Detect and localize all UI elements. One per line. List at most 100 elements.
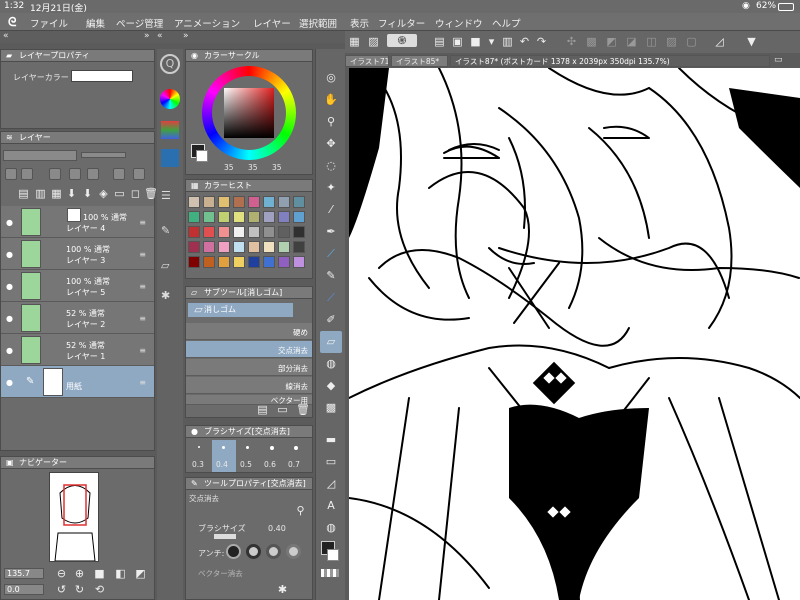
brush-size-option[interactable]: 0.6	[260, 440, 284, 472]
clip-studio-icon[interactable]: ֍	[387, 34, 417, 47]
transform-icon[interactable]: ▩	[585, 35, 598, 48]
zoom-in-icon[interactable]: ⊕	[73, 567, 86, 580]
subtool-item[interactable]: 硬め	[186, 323, 312, 340]
color-swatch[interactable]	[188, 226, 200, 238]
gradient-tool-icon[interactable]: ▩	[320, 397, 342, 419]
color-swatch[interactable]	[233, 256, 245, 268]
antialias-mid-option[interactable]	[266, 544, 281, 559]
color-swatch[interactable]	[218, 256, 230, 268]
vector-erase-label[interactable]: ベクター消去	[198, 568, 243, 579]
layer-menu-icon[interactable]: ≡	[139, 314, 146, 323]
color-swatch[interactable]	[218, 211, 230, 223]
color-swatch[interactable]	[203, 211, 215, 223]
save-icon[interactable]: ■	[469, 35, 482, 48]
sub-color-swatch[interactable]	[196, 150, 208, 162]
brush-size-option[interactable]: 0.5	[236, 440, 260, 472]
invert-selection-icon[interactable]: ▨	[665, 35, 678, 48]
zoom-tool-icon[interactable]: ◎	[320, 67, 342, 89]
clear-selection-icon[interactable]: ✣	[565, 35, 578, 48]
brush-size-option[interactable]: 0.3	[188, 440, 212, 472]
color-swatch[interactable]	[203, 226, 215, 238]
mask-icon[interactable]	[87, 168, 99, 180]
frame-tool-icon[interactable]: ▭	[320, 451, 342, 473]
layer-menu-icon[interactable]: ≡	[139, 378, 146, 387]
fit-view-icon[interactable]: ■	[93, 567, 106, 580]
airbrush-tool-icon[interactable]: ⟋	[320, 287, 342, 309]
menu-layer[interactable]: レイヤー	[253, 16, 291, 30]
collapse-mid-icon[interactable]: «	[157, 31, 163, 41]
tab-folder-icon[interactable]: ▭	[774, 55, 783, 65]
deselect-icon[interactable]: ◫	[645, 35, 658, 48]
redo-icon[interactable]: ↷	[535, 35, 548, 48]
layer-menu-icon[interactable]: ≡	[139, 346, 146, 355]
brush-size-option-selected[interactable]: 0.4	[212, 440, 236, 472]
settings-tab-icon[interactable]: ✱	[161, 289, 179, 303]
canvas-tab[interactable]: イラスト71(...	[345, 55, 389, 67]
layer-color-swatch[interactable]	[71, 70, 133, 82]
visibility-eye-icon[interactable]: ●	[6, 250, 16, 259]
color-swatch[interactable]	[263, 226, 275, 238]
tool-search-icon[interactable]: ⚲	[294, 504, 307, 517]
clear-icon[interactable]: ◻	[129, 187, 142, 200]
ruler-tool-icon[interactable]: ◿	[320, 473, 342, 495]
transparent-color-icon[interactable]	[321, 569, 339, 577]
brush-size-slider[interactable]	[214, 534, 236, 539]
color-slider-tab-icon[interactable]	[161, 121, 179, 139]
visibility-eye-icon[interactable]: ●	[6, 218, 16, 227]
color-swatch[interactable]	[248, 256, 260, 268]
command-dropdown-icon[interactable]: ▼	[745, 35, 758, 48]
hand-tool-icon[interactable]: ✋	[320, 89, 342, 111]
balloon-tool-icon[interactable]: ◍	[320, 517, 342, 539]
layer-row[interactable]: ● 52 % 通常 レイヤー 2 ≡	[1, 302, 154, 334]
auto-select-icon[interactable]: ✦	[320, 177, 342, 199]
select-all-icon[interactable]: ◪	[625, 35, 638, 48]
delete-subtool-icon[interactable]: 🗑	[296, 403, 310, 416]
clear-icon[interactable]: ▢	[685, 35, 698, 48]
color-swatch[interactable]	[233, 211, 245, 223]
combine-layer-icon[interactable]: ⬇	[81, 187, 94, 200]
subtool-item-selected[interactable]: 交点消去	[186, 341, 312, 358]
saturation-value-square[interactable]	[224, 88, 274, 138]
color-swatch[interactable]	[248, 226, 260, 238]
navigator-preview[interactable]	[49, 472, 99, 562]
snapshot-icon[interactable]: ▨	[367, 35, 380, 48]
color-swatch[interactable]	[188, 211, 200, 223]
menu-view[interactable]: 表示	[350, 16, 369, 30]
menu-window[interactable]: ウィンドウ	[435, 16, 483, 30]
color-swatch[interactable]	[293, 256, 305, 268]
delete-layer-icon[interactable]: 🗑	[144, 187, 158, 200]
drawing-canvas[interactable]	[349, 68, 800, 600]
decoration-tool-icon[interactable]: ✐	[320, 309, 342, 331]
new-subtool-icon[interactable]: ▤	[256, 403, 269, 416]
menu-edit[interactable]: 編集	[86, 16, 105, 30]
history-tab-icon[interactable]: ☰	[161, 189, 179, 203]
antialias-none-option[interactable]	[226, 544, 241, 559]
pencil-tool-icon[interactable]: ⟋	[320, 243, 342, 265]
color-swatch[interactable]	[233, 226, 245, 238]
color-wheel-tab-icon[interactable]	[160, 89, 180, 109]
eraser-tab-icon[interactable]: ▱	[161, 259, 179, 273]
layer-row[interactable]: ● 52 % 通常 レイヤー 1 ≡	[1, 334, 154, 366]
new-folder-icon[interactable]: ▦	[50, 187, 63, 200]
layer-menu-icon[interactable]: ≡	[139, 282, 146, 291]
color-swatch[interactable]	[188, 196, 200, 208]
color-swatch[interactable]	[263, 256, 275, 268]
visibility-eye-icon[interactable]: ●	[6, 314, 16, 323]
antialias-high-option[interactable]	[286, 544, 301, 559]
rotate-left-icon[interactable]: ↺	[55, 583, 68, 596]
brush-size-option[interactable]: 0.7	[284, 440, 308, 472]
color-swatch[interactable]	[218, 196, 230, 208]
collapse-mid2-icon[interactable]: »	[183, 31, 189, 41]
tool-settings-icon[interactable]: ✱	[276, 583, 289, 596]
ruler-icon[interactable]	[113, 168, 125, 180]
lock-transparent-icon[interactable]	[5, 168, 17, 180]
menu-page[interactable]: ページ管理	[116, 16, 163, 30]
eyedropper-icon[interactable]: ⁄	[320, 199, 342, 221]
brush-tool-icon[interactable]: ✎	[320, 265, 342, 287]
color-swatch[interactable]	[203, 196, 215, 208]
color-swatch[interactable]	[233, 241, 245, 253]
lasso-tool-icon[interactable]: ◌	[320, 155, 342, 177]
reset-rotate-icon[interactable]: ⟲	[93, 583, 106, 596]
antialias-low-option[interactable]	[246, 544, 261, 559]
quick-access-icon[interactable]: Q	[160, 54, 180, 74]
